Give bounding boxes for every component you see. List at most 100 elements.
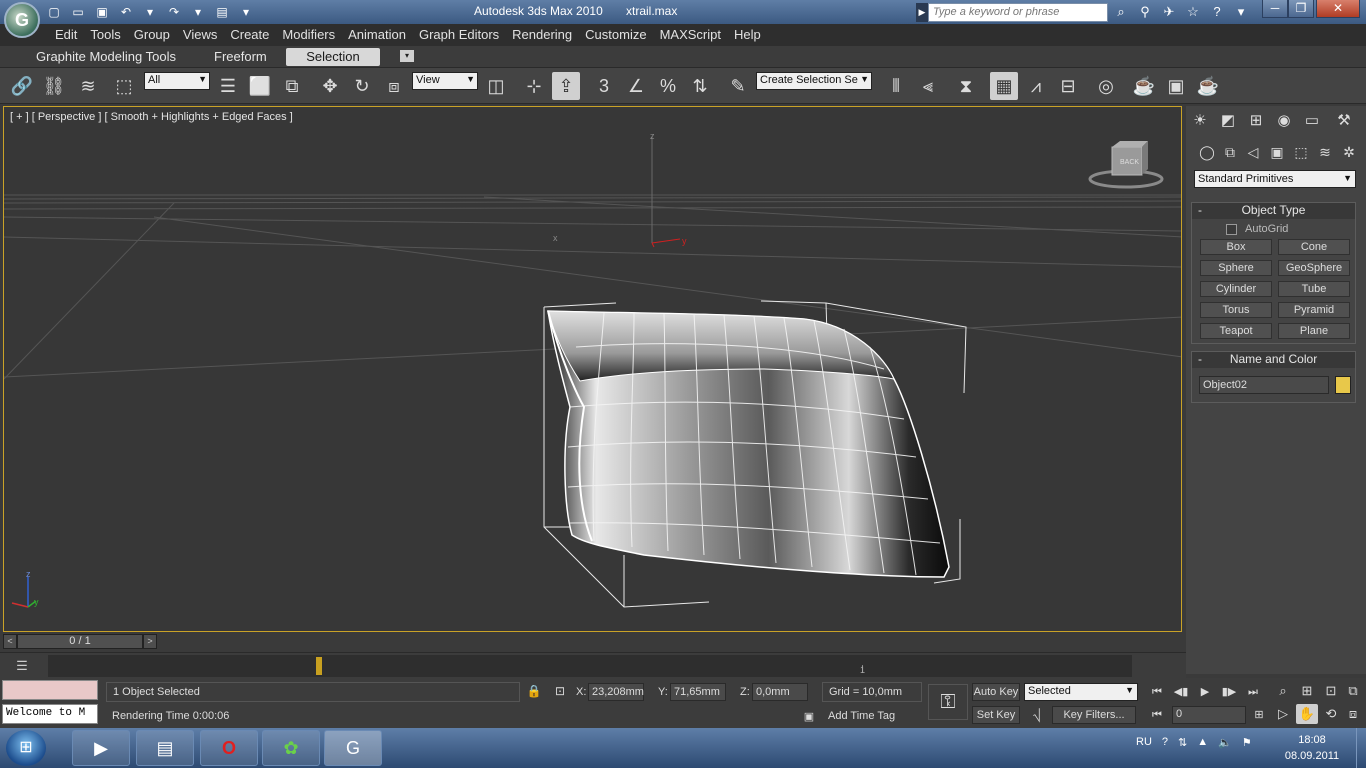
select-and-rotate-icon[interactable]: ↻	[348, 72, 376, 100]
geosphere-button[interactable]: GeoSphere	[1278, 260, 1350, 276]
torus-button[interactable]: Torus	[1200, 302, 1272, 318]
save-file-icon[interactable]: ▣	[92, 3, 112, 21]
subscription-center-icon[interactable]: ⚲	[1136, 3, 1154, 21]
menu-animation[interactable]: Animation	[348, 24, 415, 46]
menu-edit[interactable]: Edit	[55, 24, 86, 46]
schematic-view-icon[interactable]: ⊟	[1054, 72, 1082, 100]
redo-icon[interactable]: ↷	[164, 3, 184, 21]
keyboard-shortcut-override-icon[interactable]: ⇪	[552, 72, 580, 100]
redo-dropdown-icon[interactable]: ▾	[188, 3, 208, 21]
layer-manager-icon[interactable]: ⧗	[952, 72, 980, 100]
help-icon[interactable]: ?	[1208, 3, 1226, 21]
time-slider-next-button[interactable]: >	[143, 634, 157, 649]
menu-group[interactable]: Group	[134, 24, 179, 46]
mirror-icon[interactable]: ⫴	[882, 72, 910, 100]
perspective-viewport[interactable]: z y x BACK z y [+] [Perspective] [S…	[3, 106, 1182, 632]
select-and-move-icon[interactable]: ✥	[316, 72, 344, 100]
menu-customize[interactable]: Customize	[585, 24, 655, 46]
reference-coordinate-select[interactable]: View ▼	[412, 72, 478, 90]
open-file-icon[interactable]: ▭	[68, 3, 88, 21]
manipulate-icon[interactable]: ⊹	[520, 72, 548, 100]
action-center-tray-icon[interactable]: ⚑	[1242, 736, 1252, 749]
selection-filter-select[interactable]: All ▼	[144, 72, 210, 90]
name-and-color-header[interactable]: - Name and Color	[1192, 352, 1355, 368]
menu-graph-editors[interactable]: Graph Editors	[419, 24, 508, 46]
tab-graphite-modeling-tools[interactable]: Graphite Modeling Tools	[26, 48, 186, 66]
viewcube-back-label[interactable]: BACK	[1120, 159, 1139, 166]
edit-named-selection-icon[interactable]: ✎	[724, 72, 752, 100]
x-coordinate-field[interactable]: 23,208mm	[588, 683, 644, 701]
undo-dropdown-icon[interactable]: ▾	[140, 3, 160, 21]
viewport-label-menu[interactable]: [ + ] [ Perspective ] [ Smooth + Highlig…	[10, 111, 293, 123]
create-panel-tab-icon[interactable]: ☀	[1188, 110, 1212, 132]
start-button-icon[interactable]: ⊞	[6, 730, 46, 766]
go-to-start-icon[interactable]: ⏮	[1146, 683, 1168, 701]
application-button-icon[interactable]: G	[4, 2, 40, 38]
primitive-category-select[interactable]: Standard Primitives ▼	[1194, 170, 1356, 188]
selection-lock-icon[interactable]: 🔒	[526, 684, 542, 700]
spinner-snap-icon[interactable]: ⇅	[686, 72, 714, 100]
display-panel-tab-icon[interactable]: ▭	[1300, 110, 1324, 132]
object-name-field[interactable]: Object02	[1199, 376, 1329, 394]
key-mode-toggle-icon[interactable]: ⏮	[1146, 706, 1168, 724]
select-and-link-icon[interactable]: 🔗	[8, 72, 36, 100]
taskbar-explorer-folder-icon[interactable]: ▤	[136, 730, 194, 766]
tab-selection[interactable]: Selection	[286, 48, 380, 66]
taskbar-media-player-icon[interactable]: ▶	[72, 730, 130, 766]
box-button[interactable]: Box	[1200, 239, 1272, 255]
time-configuration-icon[interactable]: ⊞	[1248, 706, 1270, 724]
communication-center-icon[interactable]: ✈	[1160, 3, 1178, 21]
zoom-extents-all-icon[interactable]: ⧉	[1342, 681, 1364, 701]
ribbon-options-icon[interactable]: ▾	[400, 50, 414, 62]
pyramid-button[interactable]: Pyramid	[1278, 302, 1350, 318]
unlink-selection-icon[interactable]: ⛓	[40, 72, 68, 100]
object02-mesh[interactable]	[547, 310, 950, 578]
taskbar-opera-icon[interactable]: O	[200, 730, 258, 766]
rectangular-selection-icon[interactable]: ⬜	[246, 72, 274, 100]
key-filters-button[interactable]: Key Filters...	[1052, 706, 1136, 724]
language-indicator[interactable]: RU	[1136, 736, 1152, 749]
menu-create[interactable]: Create	[230, 24, 278, 46]
go-to-end-icon[interactable]: ⏭	[1242, 683, 1264, 701]
cameras-category-icon[interactable]: ▣	[1266, 142, 1288, 162]
helpers-category-icon[interactable]: ⬚	[1290, 142, 1312, 162]
add-time-tag-icon[interactable]: ▣	[800, 710, 818, 726]
zoom-icon[interactable]: ⌕	[1272, 681, 1294, 701]
systems-category-icon[interactable]: ✲	[1338, 142, 1360, 162]
play-animation-icon[interactable]: ▶	[1194, 683, 1216, 701]
taskbar-icq-flower-icon[interactable]: ✿	[262, 730, 320, 766]
z-coordinate-field[interactable]: 0,0mm	[752, 683, 808, 701]
plane-button[interactable]: Plane	[1278, 323, 1350, 339]
cone-button[interactable]: Cone	[1278, 239, 1350, 255]
bind-to-space-warp-icon[interactable]: ≋	[74, 72, 102, 100]
set-key-button[interactable]: Set Key	[972, 706, 1020, 724]
render-production-icon[interactable]: ☕	[1194, 72, 1222, 100]
current-frame-field[interactable]: 0	[1172, 706, 1246, 724]
utilities-panel-tab-icon[interactable]: ⚒	[1332, 110, 1356, 132]
zoom-all-icon[interactable]: ⊞	[1296, 681, 1318, 701]
undo-icon[interactable]: ↶	[116, 3, 136, 21]
menu-rendering[interactable]: Rendering	[512, 24, 581, 46]
curve-editor-icon[interactable]: ⩘	[1022, 72, 1050, 100]
time-slider-thumb[interactable]: 0 / 1	[17, 634, 143, 649]
close-button[interactable]: ✕	[1316, 0, 1360, 18]
snaps-toggle-icon[interactable]: 3	[590, 72, 618, 100]
autogrid-checkbox[interactable]	[1226, 223, 1237, 235]
show-desktop-button[interactable]	[1356, 728, 1366, 768]
rendered-frame-window-icon[interactable]: ▣	[1162, 72, 1190, 100]
select-by-name-icon[interactable]: ☰	[214, 72, 242, 100]
tab-freeform[interactable]: Freeform	[204, 48, 277, 66]
window-crossing-icon[interactable]: ⧉	[278, 72, 306, 100]
menu-modifiers[interactable]: Modifiers	[282, 24, 344, 46]
select-and-scale-icon[interactable]: ⧈	[380, 72, 408, 100]
track-bar-area[interactable]	[48, 655, 1132, 677]
cylinder-button[interactable]: Cylinder	[1200, 281, 1272, 297]
default-in-out-tangents-icon[interactable]: ⎷	[1026, 706, 1048, 724]
maxscript-listener-input[interactable]: Welcome to M	[2, 704, 98, 724]
open-mini-curve-editor-icon[interactable]: ☰	[12, 658, 32, 674]
time-slider-prev-button[interactable]: <	[3, 634, 17, 649]
render-setup-icon[interactable]: ☕	[1130, 72, 1158, 100]
binoculars-icon[interactable]: ⌕	[1112, 3, 1130, 21]
object-color-swatch[interactable]	[1335, 376, 1351, 394]
project-folder-icon[interactable]: ▤	[212, 3, 232, 21]
